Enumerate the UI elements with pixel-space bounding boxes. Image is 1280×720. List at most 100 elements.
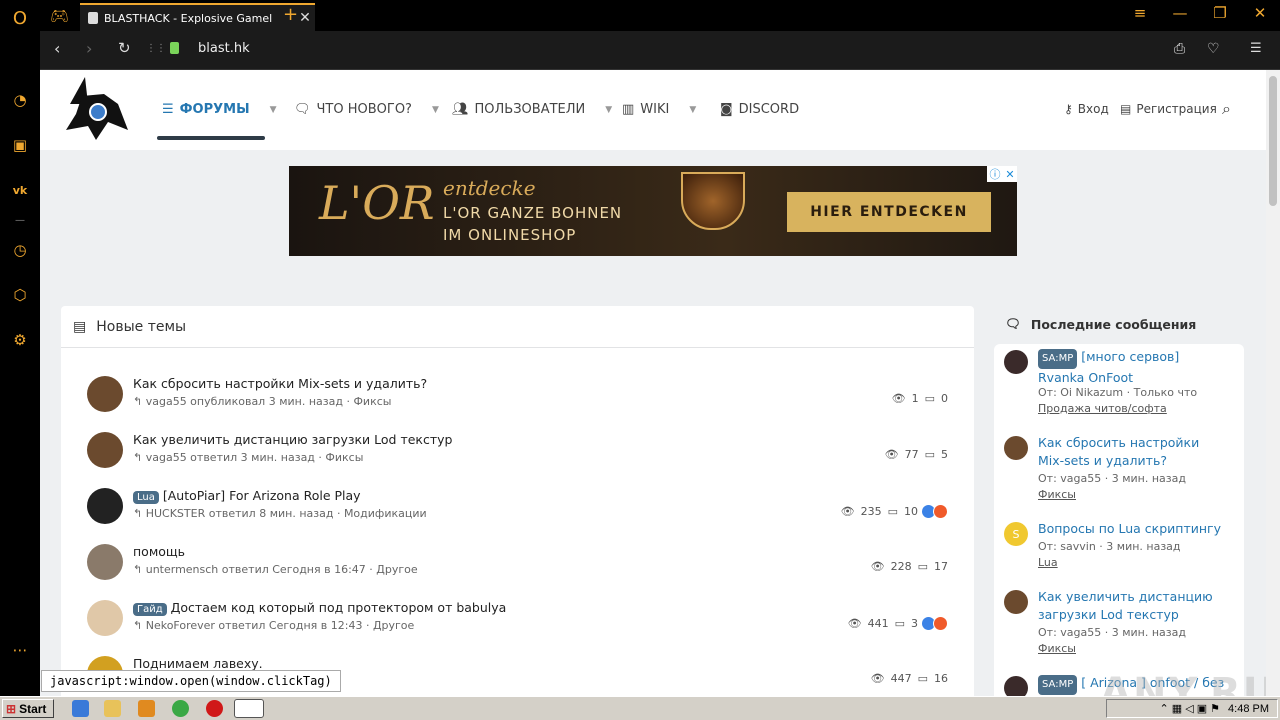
topic-row[interactable]: Как увеличить дистанцию загрузки Lod тек… <box>86 430 948 486</box>
opera-icon[interactable] <box>206 700 223 717</box>
topic-title-text[interactable]: Достаем код который под протектором от b… <box>171 600 507 615</box>
topic-row[interactable]: Как сбросить настройки Mix-sets и удалит… <box>86 374 948 430</box>
latest-post-category[interactable]: Фиксы <box>1038 642 1076 655</box>
gamepad-icon[interactable]: 🎮︎ <box>50 7 69 25</box>
active-tab[interactable]: BLASTHACK - Explosive Gamel ✕ <box>80 3 315 31</box>
minimize-icon[interactable]: — <box>1168 4 1192 22</box>
reply-arrow-icon: ↰ <box>133 507 146 520</box>
scrollbar-thumb[interactable] <box>1269 76 1277 206</box>
reactions-icon[interactable] <box>921 504 948 519</box>
more-icon[interactable]: ⋯ <box>10 640 30 660</box>
register-link[interactable]: ▤ Регистрация <box>1120 102 1217 116</box>
close-window-icon[interactable]: ✕ <box>1248 4 1272 22</box>
topic-meta: ↰ untermensch ответил Сегодня в 16:47 · … <box>133 563 418 576</box>
easy-setup-icon[interactable]: ≡ <box>1128 4 1152 22</box>
site-info-icon[interactable]: ⋮⋮ <box>146 43 166 54</box>
start-button[interactable]: ⊞ Start <box>2 699 54 718</box>
easy-setup-lines-icon[interactable]: ☰ <box>1250 41 1262 56</box>
latest-post-title[interactable]: Как сбросить настройки Mix-sets и удалит… <box>1038 434 1228 470</box>
explorer-icon[interactable] <box>104 700 121 717</box>
chevron-down-icon[interactable]: ▼ <box>270 105 277 115</box>
heart-icon[interactable]: ♡ <box>1207 41 1220 57</box>
chrome-icon[interactable] <box>172 700 189 717</box>
avatar[interactable] <box>1004 676 1028 696</box>
topic-meta-text[interactable]: vaga55 опубликовал 3 мин. назад · Фиксы <box>146 395 392 408</box>
latest-post-title[interactable]: SA:MP [много сервов] Rvanka OnFoot <box>1038 348 1228 387</box>
topic-title[interactable]: Lua [AutoPiar] For Arizona Role Play <box>133 488 361 504</box>
search-icon[interactable]: ⌕ <box>1222 99 1231 119</box>
blasthack-logo[interactable] <box>60 74 130 144</box>
url-field[interactable]: blast.hk <box>198 41 250 56</box>
nav-discord[interactable]: ◙ DISCORD <box>720 102 799 117</box>
vk-icon[interactable]: vk <box>10 180 30 200</box>
topic-title-text[interactable]: Как увеличить дистанцию загрузки Lod тек… <box>133 432 452 447</box>
avatar[interactable] <box>87 376 123 412</box>
avatar[interactable] <box>87 600 123 636</box>
topic-title[interactable]: помощь <box>133 544 185 559</box>
history-icon[interactable]: ◷ <box>10 240 30 260</box>
topic-title[interactable]: Поднимаем лавеху. <box>133 656 263 671</box>
opera-window-button[interactable] <box>234 699 264 718</box>
reactions-icon[interactable] <box>921 616 948 631</box>
topic-title-text[interactable]: [AutoPiar] For Arizona Role Play <box>163 488 361 503</box>
chevron-down-icon[interactable]: ▼ <box>432 105 439 115</box>
avatar[interactable] <box>1004 436 1028 460</box>
avatar[interactable] <box>87 544 123 580</box>
tray-icons[interactable]: ⌃ ▦ ◁ ▣ ⚑ <box>1159 702 1220 715</box>
topic-title-text[interactable]: Поднимаем лавеху. <box>133 656 263 671</box>
topic-title[interactable]: Как сбросить настройки Mix-sets и удалит… <box>133 376 427 391</box>
latest-post-title-text[interactable]: Как сбросить настройки Mix-sets и удалит… <box>1038 435 1199 468</box>
latest-post-title[interactable]: Как увеличить дистанцию загрузки Lod тек… <box>1038 588 1228 624</box>
page-scrollbar[interactable] <box>1266 70 1280 696</box>
chevron-down-icon[interactable]: ▼ <box>605 105 612 115</box>
chevron-down-icon[interactable]: ▼ <box>689 105 696 115</box>
reload-icon[interactable]: ↻ <box>118 39 131 57</box>
forward-icon[interactable]: › <box>86 39 92 58</box>
extensions-icon[interactable]: ⬡ <box>10 285 30 305</box>
topic-title-text[interactable]: помощь <box>133 544 185 559</box>
ie-icon[interactable] <box>72 700 89 717</box>
users-icon: 👥︎ <box>452 102 469 117</box>
nav-members[interactable]: 👥︎ ПОЛЬЗОВАТЕЛИ ▼ <box>452 102 612 117</box>
ad-cta-button[interactable]: HIER ENTDECKEN <box>787 192 991 232</box>
nav-whats-new[interactable]: 🗨︎ ЧТО НОВОГО? ▼ <box>294 102 439 117</box>
topic-meta-text[interactable]: NekoForever ответил Сегодня в 12:43 · Др… <box>146 619 415 632</box>
speed-dial-icon[interactable]: ◔ <box>10 90 30 110</box>
topic-meta-text[interactable]: vaga55 ответил 3 мин. назад · Фиксы <box>146 451 364 464</box>
latest-post-title-text[interactable]: Как увеличить дистанцию загрузки Lod тек… <box>1038 589 1213 622</box>
ad-choices-icon[interactable]: ⓘ ✕ <box>987 166 1017 182</box>
latest-post-category[interactable]: Фиксы <box>1038 488 1076 501</box>
topic-row[interactable]: помощь ↰ untermensch ответил Сегодня в 1… <box>86 542 948 598</box>
avatar[interactable] <box>1004 350 1028 374</box>
media-player-icon[interactable] <box>138 700 155 717</box>
comment-icon: 🗨︎ <box>294 102 311 117</box>
topic-row[interactable]: Гайд Достаем код который под протектором … <box>86 598 948 654</box>
restore-icon[interactable]: ❐ <box>1208 4 1232 22</box>
nav-forums[interactable]: ☰ ФОРУМЫ ▼ <box>162 102 276 117</box>
topic-title-text[interactable]: Как сбросить настройки Mix-sets и удалит… <box>133 376 427 391</box>
latest-post-title-text[interactable]: Вопросы по Lua скриптингу <box>1038 521 1221 536</box>
opera-menu-icon[interactable]: O <box>10 8 30 29</box>
topic-title[interactable]: Гайд Достаем код который под протектором … <box>133 600 506 616</box>
snapshot-icon[interactable]: ⎙ <box>1174 41 1185 57</box>
topic-row[interactable]: Lua [AutoPiar] For Arizona Role Play ↰ HU… <box>86 486 948 542</box>
nav-discord-label: DISCORD <box>738 102 800 117</box>
avatar[interactable] <box>87 432 123 468</box>
twitch-icon[interactable]: ▣ <box>10 135 30 155</box>
nav-wiki[interactable]: ▥ WIKI ▼ <box>622 102 696 117</box>
topic-meta-text[interactable]: untermensch ответил Сегодня в 16:47 · Др… <box>146 563 418 576</box>
advertisement-banner[interactable]: L'OR entdecke L'OR GANZE BOHNEN IM ONLIN… <box>289 166 1017 256</box>
settings-gear-icon[interactable]: ⚙ <box>10 330 30 350</box>
latest-post-category[interactable]: Продажа читов/софта <box>1038 402 1167 415</box>
avatar[interactable]: S <box>1004 522 1028 546</box>
avatar[interactable] <box>87 488 123 524</box>
new-tab-icon[interactable]: + <box>283 4 298 25</box>
back-icon[interactable]: ‹ <box>54 39 60 58</box>
login-link[interactable]: ⚷ Вход <box>1064 102 1109 116</box>
topic-meta-text[interactable]: HUCKSTER ответил 8 мин. назад · Модифика… <box>146 507 427 520</box>
latest-post-category[interactable]: Lua <box>1038 556 1058 569</box>
topic-title[interactable]: Как увеличить дистанцию загрузки Lod тек… <box>133 432 452 447</box>
latest-post-title[interactable]: Вопросы по Lua скриптингу <box>1038 520 1228 538</box>
ad-line-0: entdecke <box>443 176 536 200</box>
avatar[interactable] <box>1004 590 1028 614</box>
